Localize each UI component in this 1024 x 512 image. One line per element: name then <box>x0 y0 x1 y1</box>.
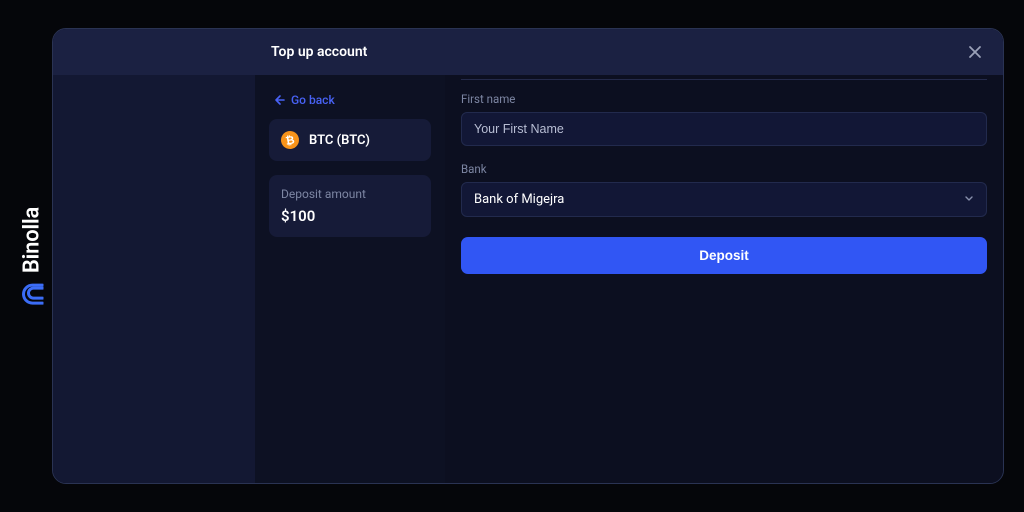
payment-method-label: BTC (BTC) <box>309 133 370 148</box>
left-sidebar <box>53 29 255 483</box>
first-name-input[interactable] <box>461 112 987 146</box>
bank-select[interactable]: Bank of Migejra <box>461 182 987 217</box>
first-name-label: First name <box>461 92 987 106</box>
form-column: First name Bank Bank of Migejra Deposit <box>445 29 1003 483</box>
deposit-amount-label: Deposit amount <box>281 187 419 201</box>
header-divider <box>461 79 987 80</box>
bank-label: Bank <box>461 162 987 176</box>
deposit-button[interactable]: Deposit <box>461 237 987 274</box>
arrow-left-icon <box>273 94 285 106</box>
go-back-link[interactable]: Go back <box>273 93 335 107</box>
page-title: Top up account <box>271 44 367 60</box>
payment-method-card[interactable]: ₿ BTC (BTC) <box>269 119 431 161</box>
bank-selected-value: Bank of Migejra <box>474 192 564 207</box>
chevron-down-icon <box>964 192 974 207</box>
go-back-label: Go back <box>291 93 335 107</box>
deposit-amount-value: $100 <box>281 207 419 225</box>
btc-icon: ₿ <box>280 130 301 151</box>
panel-header: Top up account <box>53 29 1003 75</box>
brand-name: Binolla <box>20 207 45 273</box>
close-icon <box>968 45 982 59</box>
topup-panel: Top up account Go back ₿ BTC (BTC) <box>52 28 1004 484</box>
brand-logo: Binolla <box>20 207 45 305</box>
deposit-amount-card: Deposit amount $100 <box>269 175 431 237</box>
summary-column: Go back ₿ BTC (BTC) Deposit amount $100 <box>255 29 445 483</box>
close-button[interactable] <box>965 42 985 62</box>
brand-mark-icon <box>21 279 43 305</box>
